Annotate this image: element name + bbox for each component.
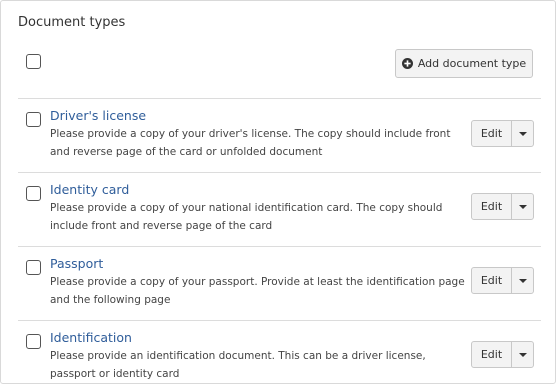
panel-title: Document types bbox=[18, 15, 126, 30]
caret-down-icon bbox=[518, 278, 527, 283]
plus-circle-icon bbox=[401, 58, 413, 69]
document-type-description: Please provide an identification documen… bbox=[50, 350, 426, 380]
row-checkbox[interactable] bbox=[26, 260, 41, 275]
edit-dropdown-toggle[interactable] bbox=[512, 194, 533, 219]
row-checkbox[interactable] bbox=[26, 112, 41, 127]
document-type-title[interactable]: Driver's license bbox=[50, 108, 146, 123]
edit-dropdown-toggle[interactable] bbox=[512, 268, 533, 293]
row-checkbox[interactable] bbox=[26, 334, 41, 349]
edit-button-group: Edit bbox=[471, 120, 534, 147]
document-types-panel: Document types Add document type Driver'… bbox=[0, 0, 556, 384]
add-document-type-label: Add document type bbox=[417, 57, 527, 70]
document-type-description: Please provide a copy of your driver's l… bbox=[50, 128, 451, 158]
document-type-title[interactable]: Identification bbox=[50, 330, 132, 345]
edit-button[interactable]: Edit bbox=[472, 121, 512, 146]
caret-down-icon bbox=[518, 131, 527, 136]
document-type-row: Driver's license Please provide a copy o… bbox=[18, 98, 541, 173]
document-type-description: Please provide a copy of your national i… bbox=[50, 202, 443, 232]
caret-down-icon bbox=[518, 352, 527, 357]
document-type-title[interactable]: Passport bbox=[50, 256, 103, 271]
document-type-title[interactable]: Identity card bbox=[50, 182, 129, 197]
edit-button[interactable]: Edit bbox=[472, 194, 512, 219]
edit-button-group: Edit bbox=[471, 193, 534, 220]
select-all-checkbox[interactable] bbox=[26, 54, 41, 69]
edit-button-group: Edit bbox=[471, 341, 534, 368]
row-checkbox[interactable] bbox=[26, 186, 41, 201]
edit-dropdown-toggle[interactable] bbox=[512, 342, 533, 367]
document-type-row: Passport Please provide a copy of your p… bbox=[18, 246, 541, 321]
caret-down-icon bbox=[518, 204, 527, 209]
edit-button[interactable]: Edit bbox=[472, 268, 512, 293]
document-type-row: Identity card Please provide a copy of y… bbox=[18, 172, 541, 247]
document-type-row: Identification Please provide an identif… bbox=[18, 320, 541, 385]
edit-dropdown-toggle[interactable] bbox=[512, 121, 533, 146]
document-type-description: Please provide a copy of your passport. … bbox=[50, 276, 465, 306]
add-document-type-button[interactable]: Add document type bbox=[395, 49, 533, 78]
edit-button-group: Edit bbox=[471, 267, 534, 294]
edit-button[interactable]: Edit bbox=[472, 342, 512, 367]
